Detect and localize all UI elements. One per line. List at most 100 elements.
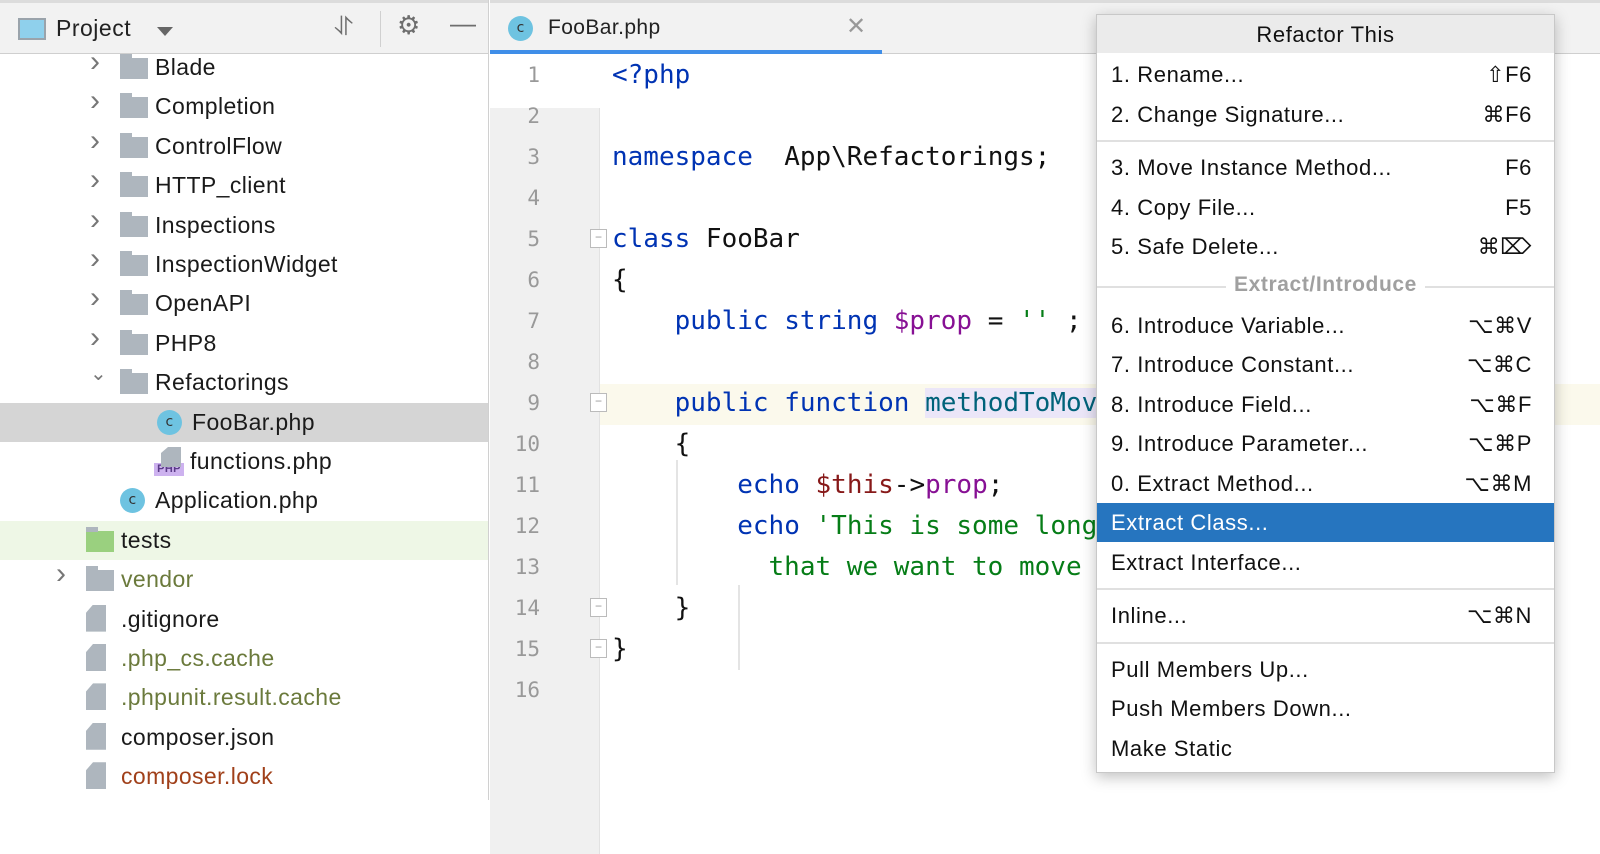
tree-item[interactable]: › InspectionWidget: [0, 242, 488, 284]
tree-item-label: FooBar.php: [192, 408, 315, 435]
json-file-icon: [86, 722, 106, 750]
ignore-file-icon: [86, 604, 106, 632]
tree-item[interactable]: › ControlFlow: [0, 124, 488, 166]
tab-foobar-php[interactable]: c FooBar.php ✕: [490, 3, 882, 54]
menu-item-label: 2. Change Signature...: [1111, 101, 1345, 127]
divider: [380, 11, 381, 47]
tree-item-label: .phpunit.result.cache: [121, 684, 342, 711]
chevron-right-icon[interactable]: ›: [90, 281, 100, 315]
menu-item[interactable]: Push Members Down...: [1097, 689, 1554, 728]
menu-item[interactable]: 7. Introduce Constant... ⌥⌘C: [1097, 345, 1554, 384]
chevron-right-icon[interactable]: ›: [90, 242, 100, 276]
menu-item[interactable]: 8. Introduce Field... ⌥⌘F: [1097, 385, 1554, 424]
chevron-right-icon[interactable]: ›: [90, 84, 100, 118]
menu-item[interactable]: Extract Class...: [1097, 503, 1554, 542]
menu-item-shortcut: ⌥⌘N: [1466, 603, 1532, 628]
chevron-right-icon[interactable]: ›: [90, 45, 100, 79]
code-token: {: [612, 265, 628, 295]
code-token: ->: [893, 470, 926, 500]
code-line: echo 'This is some long: [612, 506, 1097, 547]
fold-marker-icon[interactable]: −: [590, 639, 607, 658]
line-number: 3: [527, 145, 540, 169]
menu-group-header: Extract/Introduce: [1097, 271, 1554, 301]
fold-marker-icon[interactable]: −: [590, 598, 607, 617]
line-number: 15: [514, 637, 540, 661]
menu-item[interactable]: Pull Members Up...: [1097, 650, 1554, 689]
chevron-down-icon[interactable]: [157, 27, 173, 36]
chevron-right-icon[interactable]: ›: [56, 557, 66, 591]
menu-item[interactable]: 2. Change Signature... ⌘F6: [1097, 95, 1554, 134]
tree-item-label: PHP8: [155, 329, 217, 356]
tree-item[interactable]: ⊘.gitignore: [0, 600, 488, 639]
menu-item-shortcut: F5: [1505, 194, 1532, 220]
code-token: public function: [674, 388, 926, 418]
chevron-right-icon[interactable]: ›: [90, 321, 100, 355]
gear-icon[interactable]: ⚙: [397, 10, 420, 41]
tree-item[interactable]: › Blade: [0, 45, 488, 87]
tree-item[interactable]: ≡.phpunit.result.cache: [0, 678, 488, 717]
menu-item[interactable]: Make Static: [1097, 729, 1554, 768]
chevron-down-icon[interactable]: ⌄: [90, 361, 107, 386]
tree-item[interactable]: › Completion: [0, 84, 488, 126]
tree-item-label: .gitignore: [121, 605, 220, 632]
line-number: 1: [527, 63, 540, 87]
menu-item-shortcut: F6: [1505, 155, 1532, 180]
menu-item[interactable]: 1. Rename... ⇧F6: [1097, 55, 1554, 94]
tree-item-label: Refactorings: [155, 369, 289, 396]
code-line: class FooBar: [612, 219, 800, 260]
tree-item[interactable]: › PHP8: [0, 321, 488, 363]
tree-item[interactable]: › OpenAPI: [0, 281, 488, 323]
fold-marker-icon[interactable]: −: [590, 393, 607, 412]
menu-item[interactable]: 6. Introduce Variable... ⌥⌘V: [1097, 306, 1554, 345]
line-number: 6: [527, 268, 540, 292]
menu-item-label: Make Static: [1111, 735, 1233, 761]
tree-item[interactable]: › Inspections: [0, 203, 488, 245]
menu-item-label: 8. Introduce Field...: [1111, 391, 1312, 417]
close-icon[interactable]: ✕: [846, 12, 866, 41]
menu-item-label: 6. Introduce Variable...: [1111, 312, 1346, 338]
code-line: public string $prop = '' ;: [612, 301, 1082, 342]
hide-panel-icon[interactable]: —: [450, 8, 476, 39]
menu-item-label: 3. Move Instance Method...: [1111, 155, 1392, 180]
menu-item[interactable]: 5. Safe Delete... ⌘⌦: [1097, 227, 1554, 266]
project-panel-header: Project ⥯ ⚙ —: [0, 0, 488, 54]
code-token: 'This is some long: [815, 511, 1098, 541]
menu-item[interactable]: Inline... ⌥⌘N: [1097, 596, 1554, 635]
fold-marker-icon[interactable]: −: [590, 229, 607, 248]
tree-item[interactable]: › vendor: [0, 557, 488, 599]
chevron-right-icon[interactable]: ›: [90, 203, 100, 237]
tree-item[interactable]: ≡.php_cs.cache: [0, 639, 488, 678]
tree-item[interactable]: {}composer.lock: [0, 757, 488, 796]
menu-item[interactable]: 9. Introduce Parameter... ⌥⌘P: [1097, 424, 1554, 463]
menu-item-shortcut: ⌥⌘F: [1469, 391, 1532, 417]
code-line: <?php: [612, 55, 690, 96]
chevron-right-icon[interactable]: ›: [90, 124, 100, 158]
folder-icon: [120, 251, 148, 276]
menu-item[interactable]: 0. Extract Method... ⌥⌘M: [1097, 464, 1554, 503]
class-icon: c: [157, 409, 182, 435]
menu-item[interactable]: Extract Interface...: [1097, 543, 1554, 582]
tree-item-label: tests: [121, 526, 172, 553]
menu-item[interactable]: 3. Move Instance Method... F6: [1097, 148, 1554, 187]
tree-item[interactable]: {}composer.json: [0, 718, 488, 757]
indent-guide: [676, 460, 678, 585]
tree-item[interactable]: PHP functions.php: [0, 442, 488, 481]
collapse-all-icon[interactable]: ⥯: [334, 11, 353, 43]
tree-item[interactable]: c Application.php: [0, 481, 488, 520]
folder-icon: [120, 329, 148, 355]
project-view-selector[interactable]: Project: [56, 15, 131, 42]
tree-item[interactable]: c FooBar.php: [0, 402, 488, 442]
line-number: 4: [527, 186, 540, 210]
line-number: 10: [514, 432, 540, 456]
chevron-right-icon[interactable]: ›: [90, 163, 100, 197]
tree-item[interactable]: tests: [0, 520, 488, 560]
code-token: '': [1019, 306, 1051, 336]
menu-item-label: 9. Introduce Parameter...: [1111, 431, 1369, 456]
code-token: }: [612, 593, 691, 623]
menu-item-shortcut: ⌘F6: [1482, 101, 1532, 127]
project-panel: Project ⥯ ⚙ — › Blade › Completion › ControlF…: [0, 0, 489, 800]
menu-item[interactable]: 4. Copy File... F5: [1097, 188, 1554, 227]
tree-item[interactable]: › HTTP_client: [0, 163, 488, 205]
menu-item-label: Extract Interface...: [1111, 549, 1302, 575]
tree-item[interactable]: ⌄ Refactorings: [0, 361, 488, 402]
